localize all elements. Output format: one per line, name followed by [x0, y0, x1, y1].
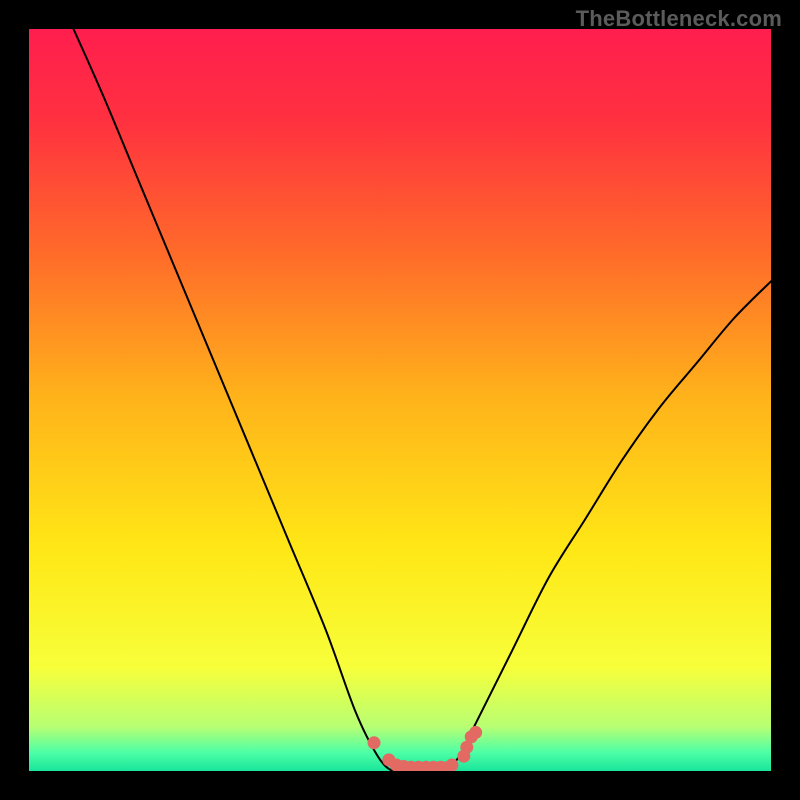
plot-area [29, 29, 771, 771]
bottleneck-curve-path [74, 29, 771, 771]
optimal-dot [469, 726, 482, 739]
optimal-dot [368, 736, 381, 749]
optimal-dot [445, 759, 458, 771]
optimal-range-dots-group [368, 726, 483, 771]
chart-frame: TheBottleneck.com [0, 0, 800, 800]
chart-svg [29, 29, 771, 771]
